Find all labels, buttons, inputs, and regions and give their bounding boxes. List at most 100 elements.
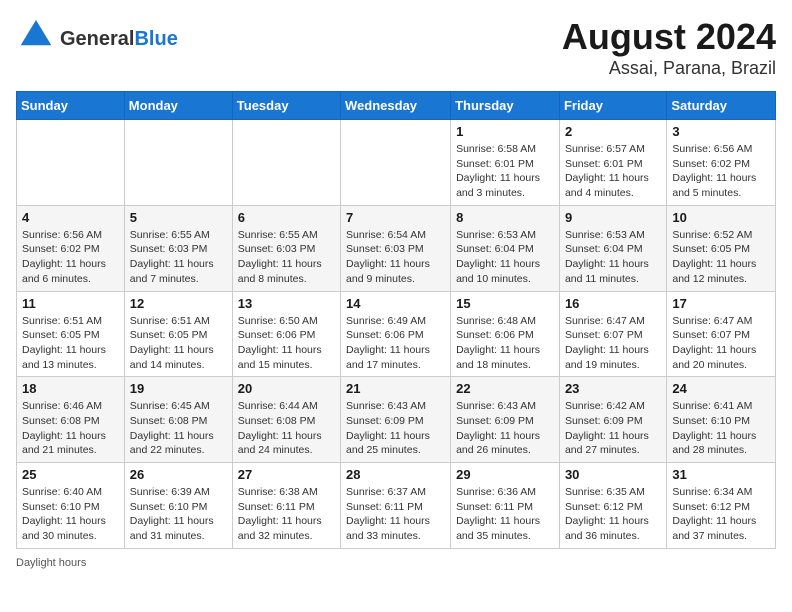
calendar-cell: 10Sunrise: 6:52 AM Sunset: 6:05 PM Dayli…	[667, 205, 776, 291]
day-number: 15	[456, 296, 554, 311]
day-detail: Sunrise: 6:44 AM Sunset: 6:08 PM Dayligh…	[238, 399, 335, 458]
title-area: August 2024 Assai, Parana, Brazil	[562, 16, 776, 79]
footer: Daylight hours	[16, 557, 776, 569]
calendar-header: SundayMondayTuesdayWednesdayThursdayFrid…	[17, 92, 776, 120]
calendar-cell	[341, 120, 451, 206]
calendar-cell: 5 Sunrise: 6:55 AM Sunset: 6:03 PM Daylig…	[124, 205, 232, 291]
calendar-cell: 16Sunrise: 6:47 AM Sunset: 6:07 PM Dayli…	[559, 291, 666, 377]
weekday-header: Thursday	[451, 92, 560, 120]
weekday-header: Monday	[124, 92, 232, 120]
day-detail: Sunrise: 6:47 AM Sunset: 6:07 PM Dayligh…	[672, 314, 770, 373]
day-detail: Sunrise: 6:51 AM Sunset: 6:05 PM Dayligh…	[22, 314, 119, 373]
calendar-cell	[124, 120, 232, 206]
calendar-cell: 9 Sunrise: 6:53 AM Sunset: 6:04 PM Daylig…	[559, 205, 666, 291]
day-detail: Sunrise: 6:51 AM Sunset: 6:05 PM Dayligh…	[130, 314, 227, 373]
day-number: 30	[565, 467, 661, 482]
page-title: August 2024	[562, 16, 776, 58]
day-detail: Sunrise: 6:55 AM Sunset: 6:03 PM Dayligh…	[130, 228, 227, 287]
day-number: 24	[672, 381, 770, 396]
day-detail: Sunrise: 6:53 AM Sunset: 6:04 PM Dayligh…	[456, 228, 554, 287]
calendar-cell: 7 Sunrise: 6:54 AM Sunset: 6:03 PM Daylig…	[341, 205, 451, 291]
logo-blue: Blue	[134, 28, 177, 50]
calendar-cell: 11 Sunrise: 6:51 AM Sunset: 6:05 PM Dayli…	[17, 291, 125, 377]
day-detail: Sunrise: 6:38 AM Sunset: 6:11 PM Dayligh…	[238, 485, 335, 544]
calendar-cell: 3 Sunrise: 6:56 AM Sunset: 6:02 PM Daylig…	[667, 120, 776, 206]
calendar-cell: 8 Sunrise: 6:53 AM Sunset: 6:04 PM Daylig…	[451, 205, 560, 291]
calendar-week: 4Sunrise: 6:56 AM Sunset: 6:02 PM Daylig…	[17, 205, 776, 291]
day-detail: Sunrise: 6:39 AM Sunset: 6:10 PM Dayligh…	[130, 485, 227, 544]
day-number: 28	[346, 467, 445, 482]
calendar-cell: 12 Sunrise: 6:51 AM Sunset: 6:05 PM Dayli…	[124, 291, 232, 377]
day-detail: Sunrise: 6:46 AM Sunset: 6:08 PM Dayligh…	[22, 399, 119, 458]
calendar-cell: 22 Sunrise: 6:43 AM Sunset: 6:09 PM Dayli…	[451, 377, 560, 463]
weekday-header: Tuesday	[232, 92, 340, 120]
day-number: 17	[672, 296, 770, 311]
day-number: 2	[565, 124, 661, 139]
day-number: 16	[565, 296, 661, 311]
day-number: 9	[565, 210, 661, 225]
calendar-cell: 26Sunrise: 6:39 AM Sunset: 6:10 PM Dayli…	[124, 463, 232, 549]
calendar-table: SundayMondayTuesdayWednesdayThursdayFrid…	[16, 91, 776, 549]
calendar-cell: 17 Sunrise: 6:47 AM Sunset: 6:07 PM Dayli…	[667, 291, 776, 377]
weekday-header: Sunday	[17, 92, 125, 120]
day-number: 8	[456, 210, 554, 225]
day-detail: Sunrise: 6:42 AM Sunset: 6:09 PM Dayligh…	[565, 399, 661, 458]
day-number: 11	[22, 296, 119, 311]
day-number: 13	[238, 296, 335, 311]
day-detail: Sunrise: 6:36 AM Sunset: 6:11 PM Dayligh…	[456, 485, 554, 544]
calendar-cell: 2 Sunrise: 6:57 AM Sunset: 6:01 PM Daylig…	[559, 120, 666, 206]
logo-general: General	[60, 28, 134, 50]
day-number: 25	[22, 467, 119, 482]
calendar-body: 1Sunrise: 6:58 AM Sunset: 6:01 PM Daylig…	[17, 120, 776, 549]
calendar-cell: 20Sunrise: 6:44 AM Sunset: 6:08 PM Dayli…	[232, 377, 340, 463]
calendar-cell: 13 Sunrise: 6:50 AM Sunset: 6:06 PM Dayli…	[232, 291, 340, 377]
weekday-header: Friday	[559, 92, 666, 120]
calendar-cell: 27Sunrise: 6:38 AM Sunset: 6:11 PM Dayli…	[232, 463, 340, 549]
day-detail: Sunrise: 6:35 AM Sunset: 6:12 PM Dayligh…	[565, 485, 661, 544]
day-number: 21	[346, 381, 445, 396]
calendar-cell: 15Sunrise: 6:48 AM Sunset: 6:06 PM Dayli…	[451, 291, 560, 377]
day-detail: Sunrise: 6:54 AM Sunset: 6:03 PM Dayligh…	[346, 228, 445, 287]
day-detail: Sunrise: 6:58 AM Sunset: 6:01 PM Dayligh…	[456, 142, 554, 201]
calendar-week: 25 Sunrise: 6:40 AM Sunset: 6:10 PM Dayli…	[17, 463, 776, 549]
calendar-cell: 14Sunrise: 6:49 AM Sunset: 6:06 PM Dayli…	[341, 291, 451, 377]
day-detail: Sunrise: 6:40 AM Sunset: 6:10 PM Dayligh…	[22, 485, 119, 544]
calendar-cell: 18 Sunrise: 6:46 AM Sunset: 6:08 PM Dayli…	[17, 377, 125, 463]
day-detail: Sunrise: 6:37 AM Sunset: 6:11 PM Dayligh…	[346, 485, 445, 544]
calendar-cell: 6Sunrise: 6:55 AM Sunset: 6:03 PM Daylig…	[232, 205, 340, 291]
day-number: 6	[238, 210, 335, 225]
day-detail: Sunrise: 6:56 AM Sunset: 6:02 PM Dayligh…	[672, 142, 770, 201]
calendar-cell: 4Sunrise: 6:56 AM Sunset: 6:02 PM Daylig…	[17, 205, 125, 291]
logo-text: GeneralBlue	[60, 29, 178, 49]
day-detail: Sunrise: 6:43 AM Sunset: 6:09 PM Dayligh…	[456, 399, 554, 458]
day-number: 12	[130, 296, 227, 311]
day-number: 18	[22, 381, 119, 396]
day-detail: Sunrise: 6:56 AM Sunset: 6:02 PM Dayligh…	[22, 228, 119, 287]
calendar-week: 18 Sunrise: 6:46 AM Sunset: 6:08 PM Dayli…	[17, 377, 776, 463]
logo: GeneralBlue	[16, 16, 178, 61]
calendar-cell: 21Sunrise: 6:43 AM Sunset: 6:09 PM Dayli…	[341, 377, 451, 463]
calendar-week: 11 Sunrise: 6:51 AM Sunset: 6:05 PM Dayli…	[17, 291, 776, 377]
day-number: 10	[672, 210, 770, 225]
day-number: 23	[565, 381, 661, 396]
calendar-cell: 1Sunrise: 6:58 AM Sunset: 6:01 PM Daylig…	[451, 120, 560, 206]
day-number: 7	[346, 210, 445, 225]
day-detail: Sunrise: 6:57 AM Sunset: 6:01 PM Dayligh…	[565, 142, 661, 201]
logo-icon	[16, 16, 56, 61]
calendar-cell: 19Sunrise: 6:45 AM Sunset: 6:08 PM Dayli…	[124, 377, 232, 463]
day-number: 31	[672, 467, 770, 482]
day-number: 3	[672, 124, 770, 139]
weekday-header: Wednesday	[341, 92, 451, 120]
day-number: 19	[130, 381, 227, 396]
day-detail: Sunrise: 6:50 AM Sunset: 6:06 PM Dayligh…	[238, 314, 335, 373]
day-detail: Sunrise: 6:53 AM Sunset: 6:04 PM Dayligh…	[565, 228, 661, 287]
calendar-cell: 25 Sunrise: 6:40 AM Sunset: 6:10 PM Dayli…	[17, 463, 125, 549]
calendar-cell	[232, 120, 340, 206]
daylight-label: Daylight hours	[16, 557, 86, 569]
calendar-cell	[17, 120, 125, 206]
day-number: 5	[130, 210, 227, 225]
calendar-cell: 31 Sunrise: 6:34 AM Sunset: 6:12 PM Dayli…	[667, 463, 776, 549]
calendar-cell: 30 Sunrise: 6:35 AM Sunset: 6:12 PM Dayli…	[559, 463, 666, 549]
day-number: 22	[456, 381, 554, 396]
day-detail: Sunrise: 6:34 AM Sunset: 6:12 PM Dayligh…	[672, 485, 770, 544]
